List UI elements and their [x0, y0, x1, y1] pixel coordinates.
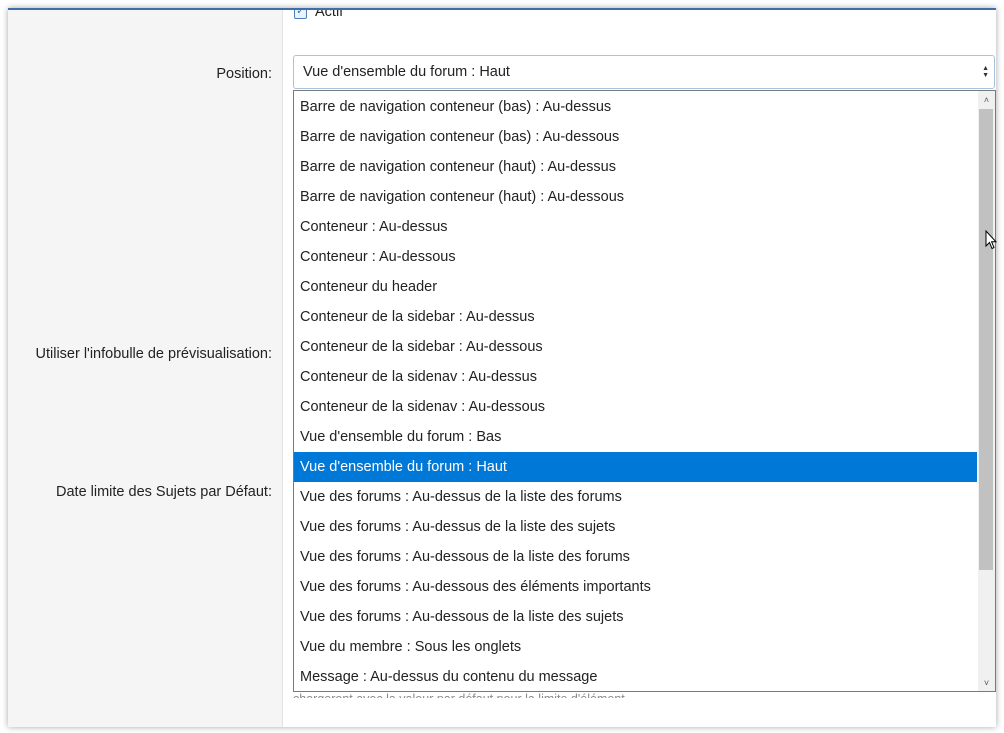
position-dropdown-list[interactable]: Barre de navigation conteneur (bas) : Au…	[293, 90, 996, 692]
active-checkbox[interactable]: ✓	[294, 10, 307, 19]
dropdown-option[interactable]: Conteneur : Au-dessus	[294, 212, 977, 242]
scroll-up-icon[interactable]: ˄	[978, 91, 995, 108]
dropdown-option[interactable]: Conteneur de la sidenav : Au-dessus	[294, 362, 977, 392]
mouse-cursor-icon	[985, 230, 997, 250]
scroll-down-icon[interactable]: ˅	[978, 674, 995, 691]
position-label: Position:	[216, 66, 272, 82]
active-checkbox-row[interactable]: ✓ Actif	[294, 8, 344, 20]
date-limit-label: Date limite des Sujets par Défaut:	[56, 484, 272, 500]
position-select[interactable]: Vue d'ensemble du forum : Haut ▲ ▼	[293, 55, 995, 89]
dropdown-option[interactable]: Vue d'ensemble du forum : Haut	[294, 452, 977, 482]
dropdown-option[interactable]: Barre de navigation conteneur (bas) : Au…	[294, 92, 977, 122]
label-column	[8, 10, 283, 727]
dropdown-option[interactable]: Vue d'ensemble du forum : Bas	[294, 422, 977, 452]
dropdown-option[interactable]: Conteneur de la sidebar : Au-dessous	[294, 332, 977, 362]
dropdown-option[interactable]: Vue des forums : Au-dessous des éléments…	[294, 572, 977, 602]
dropdown-option[interactable]: Barre de navigation conteneur (haut) : A…	[294, 182, 977, 212]
dropdown-option[interactable]: Vue des forums : Au-dessous de la liste …	[294, 602, 977, 632]
dropdown-option[interactable]: Conteneur : Au-dessous	[294, 242, 977, 272]
position-select-value: Vue d'ensemble du forum : Haut	[303, 64, 510, 80]
dropdown-option[interactable]: Vue des forums : Au-dessus de la liste d…	[294, 482, 977, 512]
dropdown-option[interactable]: Barre de navigation conteneur (bas) : Au…	[294, 122, 977, 152]
dropdown-option[interactable]: Barre de navigation conteneur (haut) : A…	[294, 152, 977, 182]
dropdown-option[interactable]: Conteneur de la sidenav : Au-dessous	[294, 392, 977, 422]
select-arrows-icon: ▲ ▼	[982, 65, 989, 79]
dropdown-scrollbar[interactable]: ˄ ˅	[978, 91, 995, 691]
dropdown-option[interactable]: Conteneur du header	[294, 272, 977, 302]
settings-panel: ✓ Actif Position: Vue d'ensemble du foru…	[8, 8, 996, 727]
dropdown-option[interactable]: Message : Au-dessus du contenu du messag…	[294, 662, 977, 691]
dropdown-option[interactable]: Conteneur de la sidebar : Au-dessus	[294, 302, 977, 332]
dropdown-option[interactable]: Vue du membre : Sous les onglets	[294, 632, 977, 662]
scroll-thumb[interactable]	[979, 109, 993, 570]
active-checkbox-label: Actif	[315, 8, 344, 20]
dropdown-option[interactable]: Vue des forums : Au-dessus de la liste d…	[294, 512, 977, 542]
preview-tooltip-label: Utiliser l'infobulle de prévisualisation…	[35, 346, 273, 362]
dropdown-option[interactable]: Vue des forums : Au-dessous de la liste …	[294, 542, 977, 572]
